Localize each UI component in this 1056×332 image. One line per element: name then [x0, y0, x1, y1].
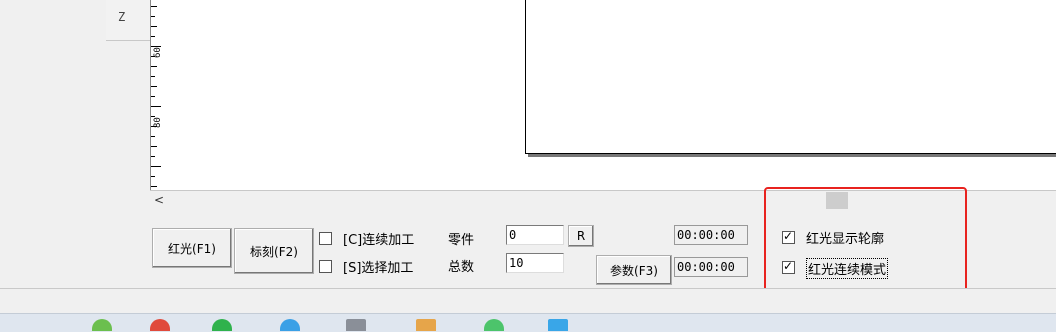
ruler-tick [151, 76, 155, 77]
ruler-tick [151, 156, 155, 157]
status-bar [0, 288, 1056, 314]
ruler-tick [151, 146, 157, 147]
ruler-tick [151, 166, 161, 167]
ruler-tick [151, 36, 155, 37]
vertical-ruler: 60 80 [150, 0, 173, 190]
ruler-tick [151, 6, 157, 7]
ruler-tick [151, 66, 157, 67]
ruler-label-60: 60 [153, 47, 163, 58]
params-button[interactable]: 参数(F3) [596, 255, 672, 285]
scroll-left-arrow-icon[interactable]: < [154, 193, 164, 207]
ruler-tick [151, 186, 157, 187]
ruler-tick [151, 96, 155, 97]
mark-button[interactable]: 标刻(F2) [234, 228, 314, 274]
selected-checkbox[interactable] [319, 260, 332, 273]
continuous-label: [C]连续加工 [343, 233, 415, 248]
ruler-tick [151, 16, 155, 17]
reset-parts-button[interactable]: R [568, 225, 594, 247]
taskbar-app-icon[interactable] [416, 319, 436, 331]
total-label: 总数 [448, 260, 475, 275]
workpiece-outline[interactable] [525, 0, 1056, 154]
left-toolbar-strip [0, 0, 106, 208]
z-axis-label: Z [118, 10, 126, 24]
parts-label: 零件 [448, 233, 475, 248]
z-axis-tab[interactable] [106, 0, 151, 41]
ruler-tick [151, 106, 161, 107]
selected-label: [S]选择加工 [343, 261, 414, 276]
taskbar-app-icon[interactable] [548, 319, 568, 331]
ruler-tick [151, 86, 157, 87]
taskbar-app-icon[interactable] [346, 319, 366, 331]
work-time-display: 00:00:00 [674, 225, 748, 245]
red-light-button[interactable]: 红光(F1) [152, 228, 232, 268]
continuous-checkbox[interactable] [319, 232, 332, 245]
ruler-tick [151, 176, 155, 177]
ruler-tick [151, 136, 155, 137]
total-time-display: 00:00:00 [674, 257, 748, 277]
ruler-tick [151, 26, 157, 27]
parts-field[interactable]: 0 [506, 225, 564, 245]
ruler-label-80: 80 [153, 117, 163, 128]
total-field[interactable]: 10 [506, 253, 564, 273]
